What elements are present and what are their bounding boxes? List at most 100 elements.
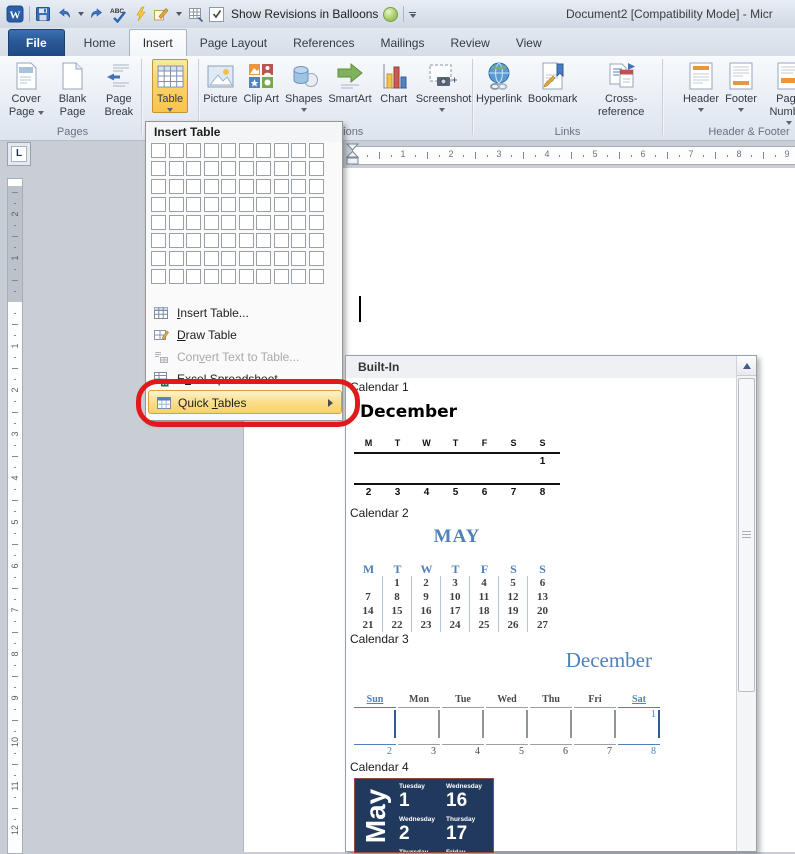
insert-table-grid-cell[interactable] xyxy=(186,251,201,266)
tab-mailings[interactable]: Mailings xyxy=(367,30,437,56)
hyperlink-button[interactable]: Hyperlink xyxy=(474,59,524,107)
insert-table-grid-cell[interactable] xyxy=(238,251,254,266)
tab-home[interactable]: Home xyxy=(71,30,129,56)
horizontal-ruler[interactable]: 1 2 3 4 5 6 7 8 9 xyxy=(352,146,795,165)
indent-markers[interactable] xyxy=(346,143,360,165)
insert-table-grid-cell[interactable] xyxy=(151,215,166,230)
highlight-changes-icon[interactable] xyxy=(133,6,148,22)
insert-table-grid-cell[interactable] xyxy=(256,161,271,176)
insert-table-grid-cell[interactable] xyxy=(168,161,184,176)
cover-page-button[interactable]: Cover Page xyxy=(4,59,48,120)
insert-table-grid-cell[interactable] xyxy=(238,161,254,176)
insert-table-grid-cell[interactable] xyxy=(221,143,236,158)
tab-stop-selector[interactable]: L xyxy=(7,142,31,166)
insert-table-grid-cell[interactable] xyxy=(203,143,219,158)
quick-table-item-calendar-3[interactable]: Calendar 3 December Sun 2 Mon 3 Tue 4 Wed 5 Thu 6 Fr… xyxy=(346,632,737,760)
table-button[interactable]: Table xyxy=(152,59,188,113)
comment-dropdown-arrow[interactable] xyxy=(176,12,182,16)
show-revisions-checkbox[interactable] xyxy=(209,6,224,22)
undo-icon[interactable] xyxy=(56,6,72,22)
clip-art-button[interactable]: Clip Art xyxy=(242,59,281,107)
insert-table-grid-cell[interactable] xyxy=(273,233,289,248)
insert-table-grid-cell[interactable] xyxy=(238,197,254,212)
tab-file[interactable]: File xyxy=(8,29,65,56)
tab-page-layout[interactable]: Page Layout xyxy=(187,30,280,56)
insert-table-grid-cell[interactable] xyxy=(238,215,254,230)
insert-table-grid-cell[interactable] xyxy=(221,215,236,230)
shapes-button[interactable]: Shapes xyxy=(283,59,324,113)
insert-table-grid-cell[interactable] xyxy=(221,269,236,284)
cross-reference-button[interactable]: Cross-reference xyxy=(581,59,661,120)
insert-table-grid-cell[interactable] xyxy=(186,143,201,158)
insert-table-grid-cell[interactable] xyxy=(221,179,236,194)
insert-table-grid-cell[interactable] xyxy=(291,161,306,176)
footer-button[interactable]: Footer xyxy=(723,59,759,113)
page-break-button[interactable]: Page Break xyxy=(97,59,141,120)
insert-table-grid-cell[interactable] xyxy=(186,161,201,176)
insert-table-grid-cell[interactable] xyxy=(151,251,166,266)
insert-table-grid-cell[interactable] xyxy=(273,215,289,230)
tab-references[interactable]: References xyxy=(280,30,367,56)
show-revisions-label[interactable]: Show Revisions in Balloons xyxy=(231,7,378,21)
insert-table-grid-cell[interactable] xyxy=(203,197,219,212)
select-table-icon[interactable] xyxy=(187,6,204,23)
insert-table-grid-cell[interactable] xyxy=(168,233,184,248)
insert-table-grid-cell[interactable] xyxy=(203,269,219,284)
blank-page-button[interactable]: Blank Page xyxy=(50,59,94,120)
quick-table-item-calendar-4[interactable]: Calendar 4 May Tuesday 1 Wednesday 16 Wednesda… xyxy=(346,760,737,853)
gallery-scrollbar[interactable] xyxy=(736,356,756,851)
insert-table-grid-cell[interactable] xyxy=(308,143,324,158)
insert-table-grid-cell[interactable] xyxy=(256,215,271,230)
insert-table-grid-cell[interactable] xyxy=(186,197,201,212)
screenshot-button[interactable]: Screenshot xyxy=(414,59,471,113)
insert-table-grid-cell[interactable] xyxy=(238,179,254,194)
insert-table-grid-cell[interactable] xyxy=(256,251,271,266)
insert-table-grid-cell[interactable] xyxy=(168,251,184,266)
insert-table-grid-cell[interactable] xyxy=(186,269,201,284)
insert-table-grid-cell[interactable] xyxy=(273,269,289,284)
insert-table-grid-cell[interactable] xyxy=(273,179,289,194)
insert-table-grid-cell[interactable] xyxy=(186,179,201,194)
insert-table-grid-cell[interactable] xyxy=(221,251,236,266)
insert-table-grid-cell[interactable] xyxy=(186,215,201,230)
save-icon[interactable] xyxy=(35,6,51,22)
smartart-button[interactable]: SmartArt xyxy=(326,59,373,107)
new-comment-icon[interactable] xyxy=(153,6,170,22)
insert-table-grid-cell[interactable] xyxy=(151,197,166,212)
tab-view[interactable]: View xyxy=(503,30,555,56)
scrollbar-up-button[interactable] xyxy=(737,356,756,376)
tab-review[interactable]: Review xyxy=(437,30,502,56)
insert-table-grid-cell[interactable] xyxy=(168,143,184,158)
spelling-grammar-icon[interactable]: ABC xyxy=(110,6,128,23)
insert-table-grid-cell[interactable] xyxy=(308,233,324,248)
insert-table-grid-cell[interactable] xyxy=(308,215,324,230)
insert-table-grid-cell[interactable] xyxy=(291,143,306,158)
insert-table-grid-cell[interactable] xyxy=(273,251,289,266)
picture-button[interactable]: Picture xyxy=(201,59,239,107)
insert-table-grid-cell[interactable] xyxy=(151,143,166,158)
insert-table-grid-cell[interactable] xyxy=(291,233,306,248)
insert-table-grid-cell[interactable] xyxy=(203,161,219,176)
insert-table-grid-cell[interactable] xyxy=(168,197,184,212)
insert-table-grid-cell[interactable] xyxy=(273,143,289,158)
page-number-button[interactable]: Page Number xyxy=(761,59,795,126)
insert-table-grid-cell[interactable] xyxy=(291,179,306,194)
insert-table-grid-cell[interactable] xyxy=(151,161,166,176)
insert-table-grid-cell[interactable] xyxy=(186,233,201,248)
insert-table-grid-cell[interactable] xyxy=(291,215,306,230)
insert-table-grid-cell[interactable] xyxy=(256,197,271,212)
insert-table-grid-cell[interactable] xyxy=(256,269,271,284)
insert-table-grid-cell[interactable] xyxy=(203,215,219,230)
insert-table-grid-cell[interactable] xyxy=(151,233,166,248)
customize-qat-button[interactable] xyxy=(409,10,417,18)
insert-table-grid-cell[interactable] xyxy=(221,197,236,212)
insert-table-grid-cell[interactable] xyxy=(203,179,219,194)
insert-table-grid-cell[interactable] xyxy=(238,143,254,158)
insert-table-grid-cell[interactable] xyxy=(238,269,254,284)
insert-table-grid-cell[interactable] xyxy=(168,215,184,230)
insert-table-grid-cell[interactable] xyxy=(291,269,306,284)
insert-table-grid-cell[interactable] xyxy=(203,233,219,248)
insert-table-grid-cell[interactable] xyxy=(168,269,184,284)
insert-table-grid-cell[interactable] xyxy=(203,251,219,266)
insert-table-grid-cell[interactable] xyxy=(168,179,184,194)
